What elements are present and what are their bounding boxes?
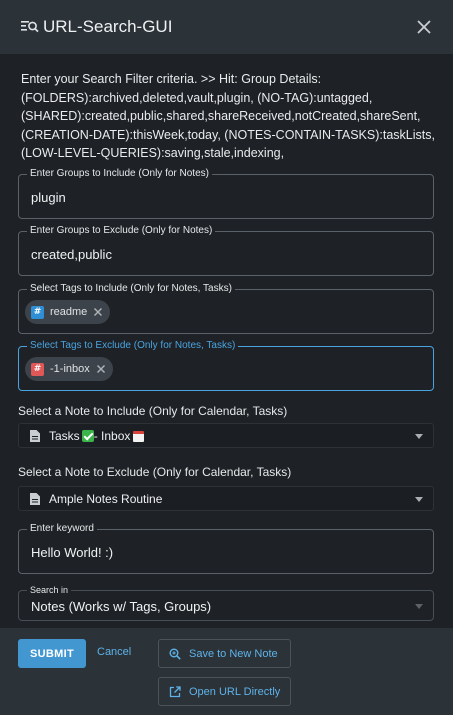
zoom-search-icon: [169, 648, 181, 660]
save-to-new-note-label: Save to New Note: [189, 648, 278, 660]
keyword-field[interactable]: Enter keyword Hello World! :): [18, 523, 434, 574]
tags-exclude-field[interactable]: Select Tags to Exclude (Only for Notes, …: [18, 340, 434, 391]
search-list-icon: [21, 21, 39, 33]
search-hint-text: Enter your Search Filter criteria. >> Hi…: [21, 72, 435, 160]
chevron-down-icon[interactable]: [415, 604, 423, 609]
remove-chip-icon[interactable]: [93, 307, 103, 317]
document-icon: [30, 493, 40, 505]
tags-include-label: Select Tags to Include (Only for Notes, …: [27, 283, 235, 295]
groups-include-value[interactable]: plugin: [31, 190, 66, 205]
remove-chip-icon[interactable]: [96, 364, 106, 374]
note-exclude-label: Select a Note to Exclude (Only for Calen…: [18, 465, 292, 479]
window-title: URL-Search-GUI: [43, 17, 173, 36]
external-link-icon: [169, 686, 181, 698]
keyword-label: Enter keyword: [27, 523, 97, 535]
checkmark-emoji-icon: [81, 430, 94, 442]
chevron-down-icon[interactable]: [415, 434, 423, 439]
tag-chip-label: readme: [50, 306, 88, 318]
note-include-select[interactable]: Tasks - Inbox: [18, 423, 434, 448]
chevron-down-icon[interactable]: [415, 497, 423, 502]
note-include-middle: - Inbox: [93, 429, 131, 443]
title-bar: URL-Search-GUI: [0, 0, 453, 54]
note-include-label: Select a Note to Include (Only for Calen…: [18, 404, 288, 418]
cancel-button[interactable]: Cancel: [97, 646, 131, 658]
tags-include-field[interactable]: Select Tags to Include (Only for Notes, …: [18, 283, 434, 334]
groups-include-field[interactable]: Enter Groups to Include (Only for Notes)…: [18, 168, 434, 219]
note-exclude-select[interactable]: Ample Notes Routine: [18, 486, 434, 511]
open-url-directly-button[interactable]: Open URL Directly: [158, 677, 291, 706]
open-url-directly-label: Open URL Directly: [189, 686, 281, 698]
tags-exclude-label: Select Tags to Exclude (Only for Notes, …: [27, 340, 239, 352]
document-icon: [30, 430, 40, 442]
note-include-value: Tasks - Inbox: [49, 429, 145, 443]
note-exclude-value: Ample Notes Routine: [49, 492, 163, 506]
search-in-label: Search in: [27, 584, 72, 596]
note-include-prefix: Tasks: [49, 429, 80, 443]
save-to-new-note-button[interactable]: Save to New Note: [158, 639, 291, 668]
groups-exclude-label: Enter Groups to Exclude (Only for Notes): [27, 225, 216, 237]
keyword-value[interactable]: Hello World! :): [31, 545, 113, 560]
groups-exclude-field[interactable]: Enter Groups to Exclude (Only for Notes)…: [18, 225, 434, 276]
tag-chip-readme[interactable]: # readme: [25, 300, 111, 324]
search-in-select[interactable]: Search in Notes (Works w/ Tags, Groups): [18, 584, 434, 621]
groups-exclude-value[interactable]: created,public: [31, 247, 112, 262]
close-icon[interactable]: [414, 17, 434, 37]
action-bar: SUBMIT Cancel Save to New Note Open URL …: [0, 628, 453, 715]
search-in-value: Notes (Works w/ Tags, Groups): [31, 599, 212, 614]
calendar-emoji-icon: [133, 430, 145, 442]
tag-chip-inbox[interactable]: # -1-inbox: [25, 357, 113, 381]
hashtag-icon: #: [31, 362, 44, 376]
tag-chip-label: -1-inbox: [50, 363, 90, 375]
dialog-content: Enter your Search Filter criteria. >> Hi…: [0, 54, 453, 628]
submit-button[interactable]: SUBMIT: [18, 639, 86, 668]
hashtag-icon: #: [31, 305, 44, 319]
groups-include-label: Enter Groups to Include (Only for Notes): [27, 168, 212, 180]
